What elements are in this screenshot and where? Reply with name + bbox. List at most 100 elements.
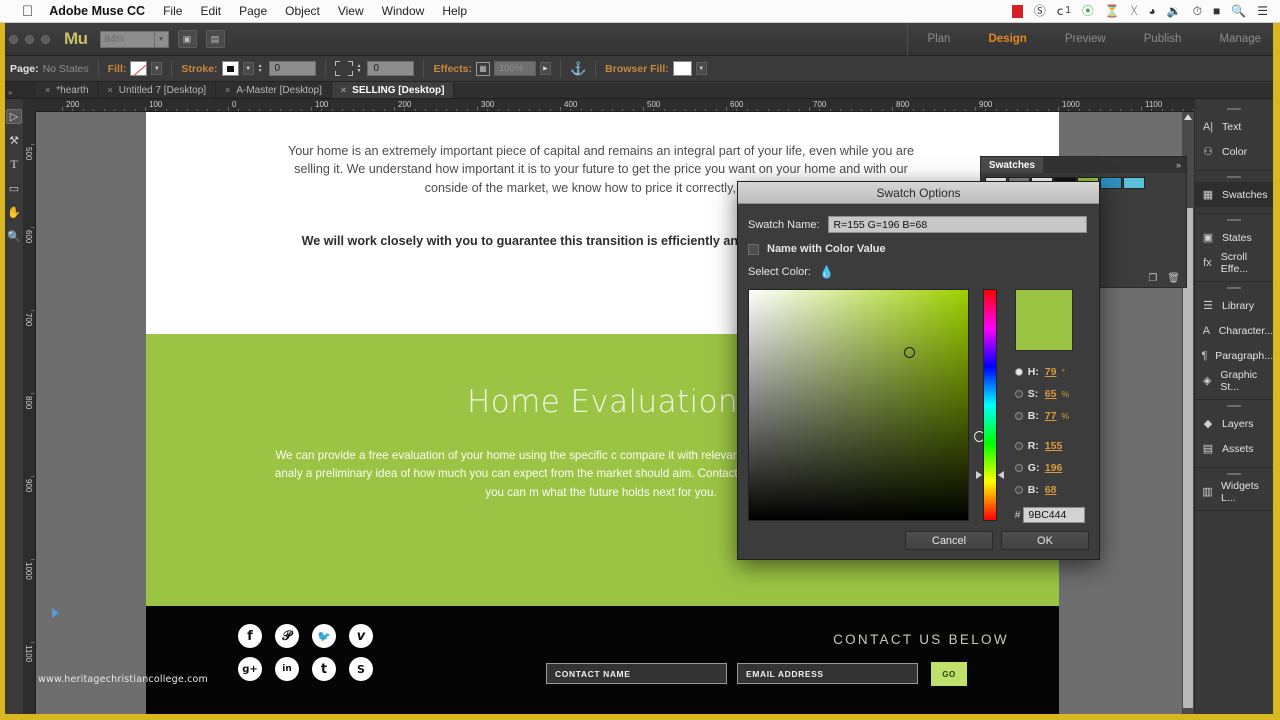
- tab-publish[interactable]: Publish: [1125, 23, 1201, 56]
- page-resize-handle[interactable]: [52, 608, 59, 618]
- creative-cloud-icon[interactable]: Ⓢ: [1034, 5, 1046, 17]
- color-mode-radio[interactable]: [1014, 368, 1023, 376]
- corner-radius-icon[interactable]: [334, 61, 353, 76]
- timemachine-icon[interactable]: ⏳: [1105, 5, 1120, 17]
- close-button[interactable]: [9, 34, 18, 44]
- dock-group-handle[interactable]: [1227, 219, 1241, 221]
- close-icon[interactable]: ×: [341, 85, 346, 95]
- fill-caret-icon[interactable]: ▼: [151, 62, 163, 75]
- pinterest-icon[interactable]: 𝒫: [275, 624, 299, 648]
- delete-swatch-icon[interactable]: 🗑: [1167, 273, 1180, 284]
- color-mode-radio[interactable]: [1014, 390, 1023, 398]
- color-mode-radio[interactable]: [1014, 486, 1023, 494]
- menu-help[interactable]: Help: [442, 4, 467, 18]
- menu-edit[interactable]: Edit: [200, 4, 221, 18]
- dock-item-color[interactable]: ⚇ Color: [1195, 139, 1273, 164]
- color-value-input[interactable]: 77: [1045, 410, 1057, 422]
- selection-tool-icon[interactable]: ▷: [6, 109, 22, 124]
- zoom-button[interactable]: [41, 34, 50, 44]
- menu-view[interactable]: View: [338, 4, 364, 18]
- rectangle-tool-icon[interactable]: ▭: [6, 181, 22, 196]
- color-mode-radio[interactable]: [1014, 412, 1023, 420]
- hand-tool-icon[interactable]: ✋: [6, 205, 22, 220]
- dock-group-handle[interactable]: [1227, 108, 1241, 110]
- close-icon[interactable]: ×: [108, 85, 113, 95]
- tab-design[interactable]: Design: [969, 23, 1045, 56]
- dock-item-assets[interactable]: ▤ Assets: [1195, 436, 1273, 461]
- hue-marker-left-icon[interactable]: [975, 471, 982, 479]
- color-value-row[interactable]: B: 77%: [1014, 405, 1089, 427]
- browser-fill-swatch[interactable]: [672, 61, 692, 76]
- dock-group-handle[interactable]: [1227, 176, 1241, 178]
- doc-tab-selling[interactable]: × SELLING [Desktop]: [331, 82, 455, 98]
- color-value-input[interactable]: 196: [1045, 462, 1063, 474]
- crop-tool-icon[interactable]: ⚒: [6, 133, 22, 148]
- hue-marker-right-icon[interactable]: [997, 471, 1004, 479]
- twitter-icon[interactable]: 🐦: [312, 624, 336, 648]
- collapse-panel-icon[interactable]: »: [1176, 160, 1181, 170]
- dock-item-scroll-effe[interactable]: fx Scroll Effe...: [1195, 250, 1273, 275]
- dock-item-character[interactable]: A Character...: [1195, 318, 1273, 343]
- email-address-input[interactable]: EMAIL ADDRESS: [737, 663, 918, 684]
- cancel-button[interactable]: Cancel: [905, 531, 993, 550]
- name-with-color-value-checkbox[interactable]: [748, 243, 759, 255]
- color-value-input[interactable]: 65: [1045, 388, 1057, 400]
- eyedropper-icon[interactable]: 💧: [819, 265, 834, 279]
- color-value-row[interactable]: B: 68: [1014, 479, 1089, 501]
- zoom-tool-icon[interactable]: 🔍: [6, 229, 22, 244]
- close-icon[interactable]: ×: [45, 85, 50, 95]
- color-value-input[interactable]: 79: [1045, 366, 1057, 378]
- apple-menu-icon[interactable]: : [22, 4, 33, 19]
- dock-group-handle[interactable]: [1227, 405, 1241, 407]
- color-value-row[interactable]: R: 155: [1014, 435, 1089, 457]
- zoom-dropdown-caret-icon[interactable]: ▼: [154, 30, 169, 48]
- layout-options-icon[interactable]: ▤: [205, 30, 225, 48]
- hue-slider[interactable]: [982, 289, 997, 521]
- dock-item-paragraph[interactable]: ¶ Paragraph...: [1195, 343, 1273, 368]
- stroke-weight-input[interactable]: 0: [268, 61, 316, 76]
- swatch-name-input[interactable]: R=155 G=196 B=68: [827, 216, 1087, 233]
- dock-item-text[interactable]: A| Text: [1195, 114, 1273, 139]
- menu-file[interactable]: File: [163, 4, 182, 18]
- tab-manage[interactable]: Manage: [1200, 23, 1280, 56]
- dock-group-handle[interactable]: [1227, 473, 1241, 475]
- skype-icon[interactable]: S: [349, 657, 373, 681]
- vimeo-icon[interactable]: v: [349, 624, 373, 648]
- go-button[interactable]: GO: [931, 662, 967, 686]
- effects-icon[interactable]: ▦: [475, 61, 490, 76]
- contact-name-input[interactable]: CONTACT NAME: [546, 663, 727, 684]
- scroll-up-arrow-icon[interactable]: [1184, 114, 1192, 120]
- doc-tab-hearth[interactable]: × *hearth: [36, 82, 99, 98]
- googleplus-icon[interactable]: g+: [238, 657, 262, 681]
- color-mode-radio[interactable]: [1014, 442, 1023, 450]
- color-value-row[interactable]: H: 79 °: [1014, 361, 1089, 383]
- name-with-color-value-row[interactable]: Name with Color Value: [748, 243, 1087, 255]
- tab-plan[interactable]: Plan: [908, 23, 969, 56]
- zoom-level-field[interactable]: 84%: [99, 30, 155, 48]
- red-indicator-icon[interactable]: [1011, 4, 1023, 18]
- color-value-row[interactable]: G: 196: [1014, 457, 1089, 479]
- fill-swatch[interactable]: [130, 61, 148, 76]
- color-value-input[interactable]: 155: [1045, 440, 1063, 452]
- dock-item-graphic-st[interactable]: ◈ Graphic St...: [1195, 368, 1273, 393]
- saturation-brightness-field[interactable]: [748, 289, 985, 521]
- dock-item-swatches[interactable]: ▦ Swatches: [1195, 182, 1273, 207]
- panel-expand-icon[interactable]: »: [8, 88, 12, 97]
- menu-window[interactable]: Window: [382, 4, 425, 18]
- opacity-caret-icon[interactable]: ▶: [539, 62, 551, 75]
- dock-item-states[interactable]: ▣ States: [1195, 225, 1273, 250]
- stroke-swatch[interactable]: [221, 61, 239, 76]
- opacity-input[interactable]: 100%: [493, 61, 536, 76]
- dock-item-library[interactable]: ☰ Library: [1195, 293, 1273, 318]
- text-tool-icon[interactable]: T: [6, 157, 22, 172]
- menu-object[interactable]: Object: [285, 4, 320, 18]
- muse-badge-icon[interactable]: ⅽ1: [1057, 5, 1071, 17]
- window-controls[interactable]: [9, 34, 50, 44]
- anchor-icon[interactable]: ⚓: [570, 61, 586, 77]
- tab-preview[interactable]: Preview: [1046, 23, 1125, 56]
- volume-icon[interactable]: 🔉: [1167, 5, 1182, 17]
- battery-icon[interactable]: ■: [1213, 5, 1220, 17]
- linkedin-icon[interactable]: in: [275, 657, 299, 681]
- color-value-input[interactable]: 68: [1045, 484, 1057, 496]
- minimize-button[interactable]: [25, 34, 34, 44]
